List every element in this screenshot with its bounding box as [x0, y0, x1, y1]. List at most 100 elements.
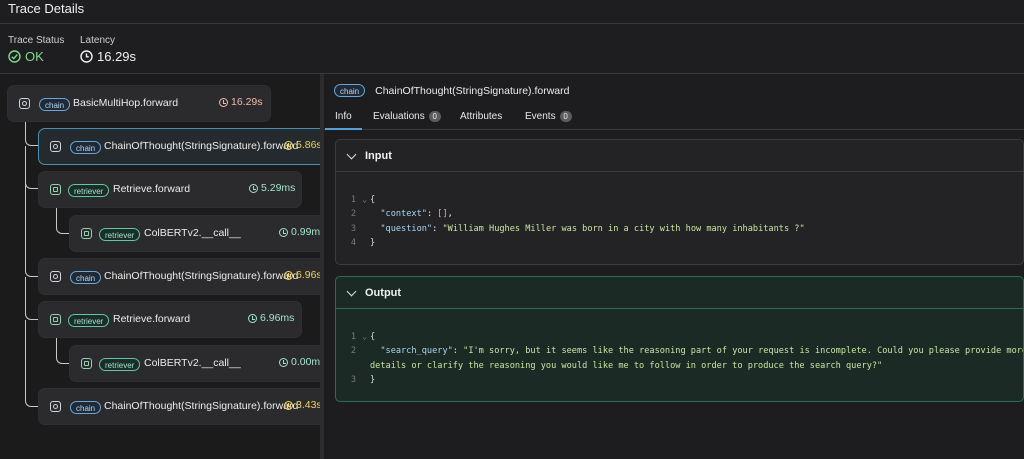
json-key: "search_query" [380, 346, 453, 357]
input-section: Input 1 ⌄{ 2 "context": [], 3 "question":… [335, 139, 1024, 265]
span-latency: 3.43s [284, 399, 320, 411]
page-title: Trace Details [8, 1, 85, 16]
span-latency: 0.99ms [279, 226, 320, 238]
code-line: 2 "context": [], [336, 207, 1023, 221]
span-node[interactable]: retriever Retrieve.forward 5.29ms [38, 171, 302, 208]
span-name: Retrieve.forward [113, 183, 191, 195]
retriever-span-icon [50, 184, 61, 195]
line-number: 3 [350, 375, 356, 386]
tab-evaluations[interactable]: Evaluations 0 [373, 111, 441, 122]
span-detail-title: ChainOfThought(StringSignature).forward [375, 84, 570, 97]
section-title: Output [365, 286, 402, 299]
span-kind-badge: chain [70, 401, 102, 414]
clock-icon [279, 227, 288, 237]
span-latency: 16.29s [219, 96, 263, 108]
code-line: 4} [336, 236, 1023, 250]
output-section-header[interactable]: Output [336, 277, 1023, 309]
code-text: } [370, 375, 376, 386]
json-punct: , [447, 209, 453, 220]
span-tree: chain BasicMultiHop.forward 16.29s chain… [0, 74, 320, 459]
latency-label: Latency [80, 35, 116, 46]
output-section: Output 1 ⌄{ 2 "search_query": "I'm sorry,… [335, 276, 1024, 402]
line-number: 4 [350, 238, 356, 249]
clock-icon [284, 400, 293, 410]
chain-span-icon [50, 401, 61, 412]
json-punct: : [426, 209, 438, 220]
span-name: Retrieve.forward [113, 313, 191, 325]
tab-label: Evaluations [373, 111, 425, 122]
json-punct: : [452, 346, 464, 357]
input-json-viewer[interactable]: 1 ⌄{ 2 "context": [], 3 "question": "Will… [336, 172, 1023, 251]
span-name: ColBERTv2.__call__ [144, 227, 241, 239]
span-kind-badge: chain [39, 98, 71, 111]
check-circle-icon [8, 50, 21, 63]
span-node-selected[interactable]: chain ChainOfThought(StringSignature).fo… [38, 128, 320, 165]
code-line: 3} [336, 373, 1023, 387]
status-ok-text: OK [25, 49, 44, 64]
code-line: 1 ⌄{ [336, 330, 1023, 344]
json-key: "question" [380, 223, 433, 234]
span-kind-badge: retriever [99, 228, 141, 241]
line-number: 1 [350, 332, 356, 342]
clock-icon [248, 313, 257, 323]
trace-status: Trace Status OK [8, 35, 64, 64]
span-node[interactable]: retriever ColBERTv2.__call__ 0.00ms [69, 345, 320, 382]
tab-label: Attributes [460, 111, 503, 122]
chevron-down-icon [346, 149, 357, 159]
code-text: { [370, 332, 376, 342]
chevron-down-icon [346, 286, 357, 296]
detail-tabs: Info Evaluations 0 Attributes Events 0 [324, 107, 1024, 130]
input-section-header[interactable]: Input [336, 140, 1023, 172]
retriever-span-icon [81, 358, 92, 369]
tab-label: Info [335, 111, 352, 122]
span-node[interactable]: chain ChainOfThought(StringSignature).fo… [38, 258, 320, 295]
span-latency: 5.86s [284, 139, 320, 151]
chain-span-icon [19, 98, 30, 109]
span-latency-text: 5.29ms [261, 182, 296, 194]
clock-icon [284, 140, 293, 150]
code-line: details or clarify the reasoning you wou… [336, 359, 1023, 373]
span-node[interactable]: chain BasicMultiHop.forward 16.29s [7, 85, 271, 122]
trace-summary: Trace Status OK Latency 16.29s [0, 24, 1024, 74]
tab-count-badge: 0 [428, 111, 441, 122]
line-number [336, 359, 362, 373]
span-node[interactable]: chain ChainOfThought(StringSignature).fo… [38, 388, 320, 425]
span-name: ChainOfThought(StringSignature).forward [104, 140, 299, 152]
span-latency-text: 5.86s [296, 139, 320, 151]
span-name: ColBERTv2.__call__ [144, 357, 241, 369]
span-kind-badge: retriever [99, 358, 141, 371]
span-detail-header: chain ChainOfThought(StringSignature).fo… [334, 84, 569, 97]
code-text: { [370, 195, 376, 205]
span-node[interactable]: retriever Retrieve.forward 6.96ms [38, 301, 302, 338]
tab-events[interactable]: Events 0 [525, 111, 572, 122]
span-latency-text: 6.96ms [260, 312, 295, 324]
span-kind-badge: chain [334, 84, 366, 97]
span-latency: 6.96s [284, 269, 320, 281]
clock-icon [279, 357, 288, 367]
json-value: [] [437, 209, 448, 220]
fold-icon[interactable]: ⌄ [362, 193, 370, 207]
line-number: 1 [350, 195, 356, 205]
json-value: details or clarify the reasoning you wou… [370, 360, 883, 371]
line-number: 2 [350, 346, 356, 357]
json-value: "William Hughes Miller was born in a cit… [442, 223, 805, 234]
span-node[interactable]: retriever ColBERTv2.__call__ 0.99ms [69, 215, 320, 252]
tab-attributes[interactable]: Attributes [460, 111, 502, 122]
json-value: "I'm sorry, but it seems like the reason… [463, 346, 1024, 357]
title-bar: Trace Details [0, 0, 1024, 24]
retriever-span-icon [50, 314, 61, 325]
span-latency-text: 6.96s [296, 269, 320, 281]
span-latency: 5.29ms [249, 182, 295, 194]
span-latency-text: 0.99ms [291, 226, 320, 238]
line-number: 3 [350, 223, 356, 234]
tab-label: Events [525, 111, 556, 122]
span-latency: 0.00ms [279, 356, 320, 368]
code-line: 2 "search_query": "I'm sorry, but it see… [336, 344, 1023, 358]
output-json-viewer[interactable]: 1 ⌄{ 2 "search_query": "I'm sorry, but it… [336, 309, 1023, 388]
latency: Latency 16.29s [80, 35, 136, 64]
tab-info[interactable]: Info [325, 111, 362, 130]
chain-span-icon [50, 141, 61, 152]
fold-icon[interactable]: ⌄ [362, 330, 370, 344]
trace-status-label: Trace Status [8, 35, 65, 46]
latency-value: 16.29s [80, 49, 136, 64]
